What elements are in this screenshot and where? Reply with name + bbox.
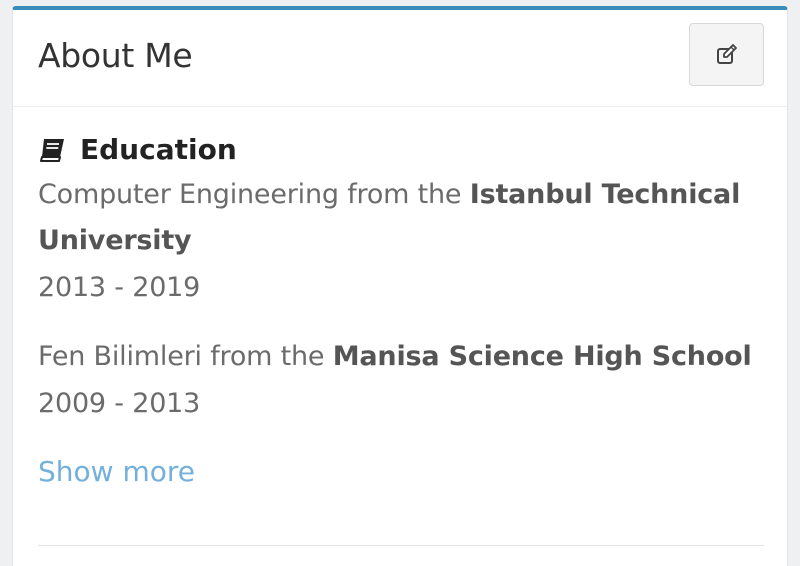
edit-icon — [716, 43, 738, 66]
entry-1-school-line2: University — [38, 225, 192, 256]
education-entry-1-years: 2013 - 2019 — [38, 272, 201, 303]
education-label: Education — [80, 133, 237, 166]
entry-2-degree: Fen Bilimleri — [38, 341, 202, 372]
education-entry-2-years: 2009 - 2013 — [38, 388, 201, 419]
education-heading: Education — [38, 133, 237, 166]
entry-2-connector: from the — [210, 341, 325, 372]
entry-2-school: Manisa Science High School — [332, 341, 752, 372]
entry-1-connector: from the — [347, 179, 462, 210]
education-entry-2-line1: Fen Bilimleri from the Manisa Science Hi… — [38, 341, 752, 372]
show-more-link[interactable]: Show more — [38, 455, 195, 488]
divider — [38, 545, 764, 546]
card-title: About Me — [38, 36, 193, 75]
book-icon — [38, 137, 66, 163]
entry-1-school-line1: Istanbul Technical — [469, 179, 741, 210]
education-entry-1-line1: Computer Engineering from the Istanbul T… — [38, 179, 740, 210]
education-entry-1-line2: University — [38, 225, 192, 256]
about-me-card: About Me Education Computer Engineering … — [12, 6, 788, 566]
edit-button[interactable] — [689, 23, 764, 86]
card-header: About Me — [13, 10, 787, 107]
entry-1-degree: Computer Engineering — [38, 179, 339, 210]
